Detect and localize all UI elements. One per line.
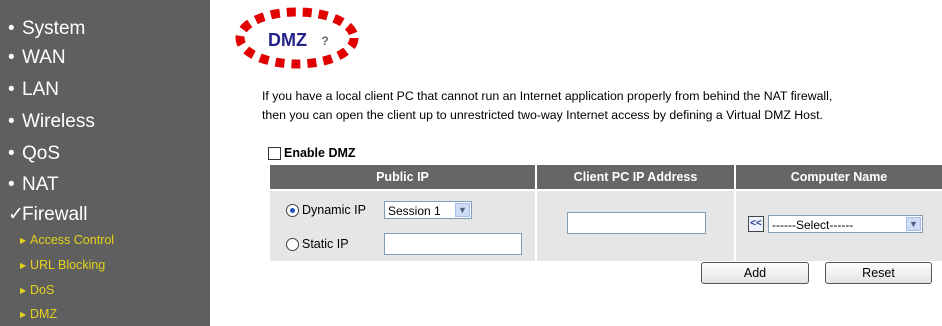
bullet-icon: • <box>8 111 15 132</box>
checkmark-icon: ✓ <box>8 204 24 225</box>
static-ip-input[interactable] <box>384 233 522 255</box>
page-title: DMZ <box>268 30 307 50</box>
sidebar-item-qos[interactable]: • QoS <box>8 142 60 166</box>
cell-public-ip: Dynamic IP Session 1 ▼ Static IP <box>270 191 535 261</box>
main-content: DMZ ? If you have a local client PC that… <box>210 0 942 326</box>
sidebar-subitem-dos[interactable]: ▶ DoS <box>20 282 54 299</box>
static-ip-radio[interactable] <box>286 237 299 251</box>
computer-select-value: ------Select------ <box>772 218 854 232</box>
bullet-icon: • <box>8 18 15 39</box>
sidebar-item-firewall[interactable]: ✓Firewall <box>8 203 87 227</box>
header-client-ip: Client PC IP Address <box>537 165 734 189</box>
triangle-right-icon: ▶ <box>20 310 27 319</box>
sidebar-item-label: System <box>22 18 86 39</box>
triangle-right-icon: ▶ <box>20 236 27 245</box>
sidebar-subitem-dmz[interactable]: ▶ DMZ <box>20 306 57 323</box>
sidebar-item-system[interactable]: • System <box>8 17 85 41</box>
sidebar-subitem-label: Access Control <box>30 233 115 247</box>
triangle-right-icon: ▶ <box>20 261 27 270</box>
chevron-down-icon: ▼ <box>906 217 921 231</box>
sidebar-subitem-label: DoS <box>30 283 55 297</box>
sidebar-subitem-url-blocking[interactable]: ▶ URL Blocking <box>20 257 105 274</box>
reset-button[interactable]: Reset <box>825 262 932 284</box>
header-public-ip: Public IP <box>270 165 535 189</box>
chevron-down-icon: ▼ <box>455 203 470 217</box>
copy-ip-button[interactable]: << <box>748 216 764 232</box>
bullet-icon: • <box>8 174 15 195</box>
sidebar-item-label: Firewall <box>22 204 88 225</box>
sidebar-item-label: WAN <box>22 47 66 68</box>
sidebar-item-wireless[interactable]: • Wireless <box>8 110 95 134</box>
triangle-right-icon: ▶ <box>20 286 27 295</box>
add-button[interactable]: Add <box>701 262 809 284</box>
bullet-icon: • <box>8 47 15 68</box>
sidebar-item-label: LAN <box>22 79 59 100</box>
sidebar-item-wan[interactable]: • WAN <box>8 46 66 70</box>
sidebar: • System • WAN • LAN • Wireless • QoS • NAT ✓F… <box>0 0 210 326</box>
description-line-2: then you can open the client up to unres… <box>262 108 823 122</box>
static-ip-label: Static IP <box>302 237 349 251</box>
sidebar-item-label: Wireless <box>22 111 95 132</box>
dynamic-ip-radio[interactable] <box>286 203 299 217</box>
session-select-value: Session 1 <box>388 204 441 218</box>
dynamic-ip-option[interactable]: Dynamic IP <box>286 203 366 217</box>
client-ip-input[interactable] <box>567 212 706 234</box>
description-line-1: If you have a local client PC that canno… <box>262 89 833 103</box>
sidebar-item-nat[interactable]: • NAT <box>8 173 59 197</box>
enable-dmz-row[interactable]: Enable DMZ <box>268 146 356 160</box>
dynamic-ip-label: Dynamic IP <box>302 203 366 217</box>
sidebar-subitem-label: URL Blocking <box>30 258 106 272</box>
session-select[interactable]: Session 1 ▼ <box>384 201 472 219</box>
enable-dmz-label: Enable DMZ <box>284 146 356 160</box>
enable-dmz-checkbox[interactable] <box>268 146 281 160</box>
sidebar-item-lan[interactable]: • LAN <box>8 78 59 102</box>
computer-name-select[interactable]: ------Select------ ▼ <box>768 215 923 233</box>
cell-client-ip <box>537 191 734 261</box>
header-computer-name: Computer Name <box>736 165 942 189</box>
sidebar-item-label: NAT <box>22 174 59 195</box>
sidebar-subitem-access-control[interactable]: ▶ Access Control <box>20 232 114 249</box>
bullet-icon: • <box>8 79 15 100</box>
cell-computer-name: << ------Select------ ▼ <box>736 191 942 261</box>
help-icon[interactable]: ? <box>318 34 332 48</box>
sidebar-item-label: QoS <box>22 143 61 164</box>
sidebar-subitem-label: DMZ <box>30 307 58 321</box>
bullet-icon: • <box>8 143 15 164</box>
dmz-table: Public IP Client PC IP Address Computer … <box>270 165 942 261</box>
static-ip-option[interactable]: Static IP <box>286 237 349 251</box>
